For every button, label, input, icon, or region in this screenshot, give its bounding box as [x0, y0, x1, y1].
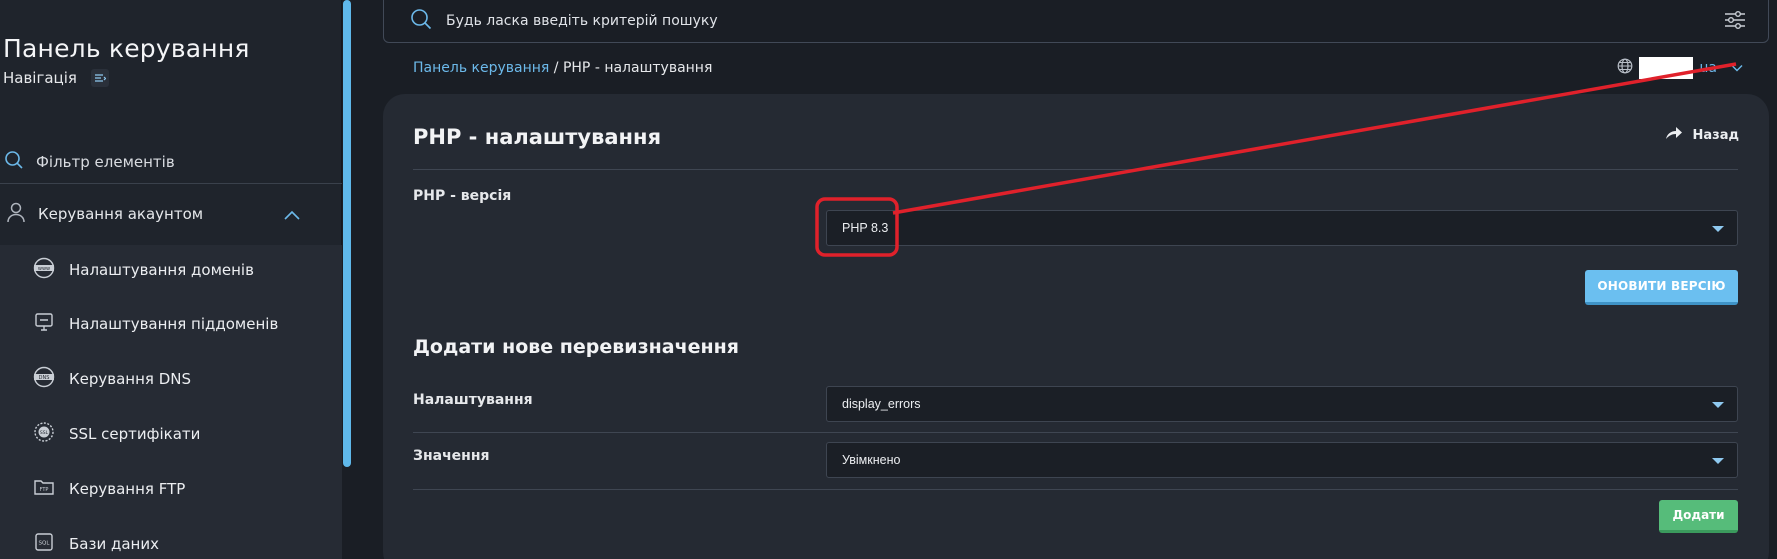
back-label: Назад	[1692, 127, 1739, 143]
sidebar-item-label: Керування FTP	[69, 480, 186, 498]
domain-suffix: .ua	[1695, 60, 1717, 76]
filter-settings-icon[interactable]	[1724, 10, 1746, 34]
filter-input[interactable]	[36, 152, 316, 171]
php-version-select[interactable]: PHP 8.3	[826, 210, 1738, 246]
divider	[413, 489, 1738, 490]
nav-label: Навігація	[3, 69, 77, 87]
sidebar-section-label: Керування акаунтом	[38, 205, 204, 223]
caret-down-icon	[1712, 226, 1724, 232]
selected-value: display_errors	[842, 397, 921, 411]
sidebar-item-label: Керування DNS	[69, 370, 192, 388]
sidebar-item-domains[interactable]: www Налаштування доменів	[0, 250, 342, 290]
value-select[interactable]: Увімкнено	[826, 442, 1738, 478]
breadcrumb-separator: /	[549, 60, 563, 76]
svg-text:www: www	[38, 266, 50, 272]
selected-value: Увімкнено	[842, 453, 901, 467]
nav-toggle[interactable]: Навігація	[3, 69, 109, 87]
selected-value: PHP 8.3	[842, 221, 889, 235]
setting-select[interactable]: display_errors	[826, 386, 1738, 422]
sidebar-item-dns[interactable]: DNS Керування DNS	[0, 359, 342, 399]
ftp-folder-icon: FTP	[33, 476, 55, 502]
svg-text:SQL: SQL	[39, 541, 51, 547]
php-settings-card: PHP - налаштування Назад PHP - версія PH…	[383, 94, 1769, 559]
chevron-down-icon	[1731, 60, 1743, 76]
ssl-badge-icon: SSL	[33, 421, 55, 447]
domain-name-redacted	[1639, 57, 1693, 79]
page-title: PHP - налаштування	[413, 125, 662, 149]
svg-text:FTP: FTP	[40, 487, 49, 493]
sidebar-item-label: Бази даних	[69, 535, 159, 553]
sidebar-item-databases[interactable]: SQL Бази даних	[0, 524, 342, 559]
divider	[413, 432, 1738, 433]
override-section-title: Додати нове перевизначення	[413, 336, 739, 358]
sidebar-scrollbar[interactable]	[343, 0, 351, 467]
dns-globe-icon: DNS	[33, 366, 55, 392]
caret-down-icon	[1712, 402, 1724, 408]
search-icon	[410, 8, 432, 34]
chevron-up-icon[interactable]	[284, 206, 300, 224]
domain-selector[interactable]: .ua	[1617, 57, 1743, 79]
breadcrumb: Панель керування / PHP - налаштування	[413, 60, 712, 76]
sidebar-item-ssl[interactable]: SSL SSL сертифікати	[0, 414, 342, 454]
back-button[interactable]: Назад	[1665, 126, 1739, 144]
add-button[interactable]: Додати	[1659, 500, 1738, 533]
user-icon	[6, 201, 26, 227]
search-input[interactable]	[446, 12, 1646, 29]
sidebar-submenu: www Налаштування доменів Налаштування пі…	[0, 245, 342, 559]
sidebar-filter	[0, 140, 342, 184]
search-icon	[4, 150, 24, 174]
svg-text:DNS: DNS	[39, 375, 50, 381]
global-search	[383, 0, 1769, 43]
divider	[413, 169, 1738, 170]
monitor-icon	[33, 311, 55, 337]
sidebar-item-ftp[interactable]: FTP Керування FTP	[0, 469, 342, 509]
svg-text:SSL: SSL	[40, 430, 49, 436]
menu-collapse-icon[interactable]	[90, 69, 109, 87]
sidebar-item-subdomains[interactable]: Налаштування піддоменів	[0, 304, 342, 344]
back-arrow-icon	[1665, 126, 1683, 144]
sidebar-item-label: Налаштування піддоменів	[69, 315, 279, 333]
breadcrumb-current: PHP - налаштування	[562, 60, 713, 76]
sidebar: Панель керування Навігація Керування ака…	[0, 0, 342, 559]
sidebar-item-label: Налаштування доменів	[69, 261, 254, 279]
php-version-label: PHP - версія	[413, 188, 512, 204]
globe-icon	[1617, 58, 1633, 78]
sidebar-item-label: SSL сертифікати	[69, 425, 201, 443]
breadcrumb-root-link[interactable]: Панель керування	[413, 60, 549, 76]
caret-down-icon	[1712, 458, 1724, 464]
setting-label: Налаштування	[413, 392, 533, 408]
sql-database-icon: SQL	[33, 531, 55, 557]
value-label: Значення	[413, 448, 490, 464]
sidebar-section-account[interactable]: Керування акаунтом	[0, 191, 342, 237]
www-globe-icon: www	[33, 257, 55, 283]
update-version-button[interactable]: ОНОВИТИ ВЕРСІЮ	[1585, 270, 1738, 305]
sidebar-title: Панель керування	[3, 34, 250, 63]
